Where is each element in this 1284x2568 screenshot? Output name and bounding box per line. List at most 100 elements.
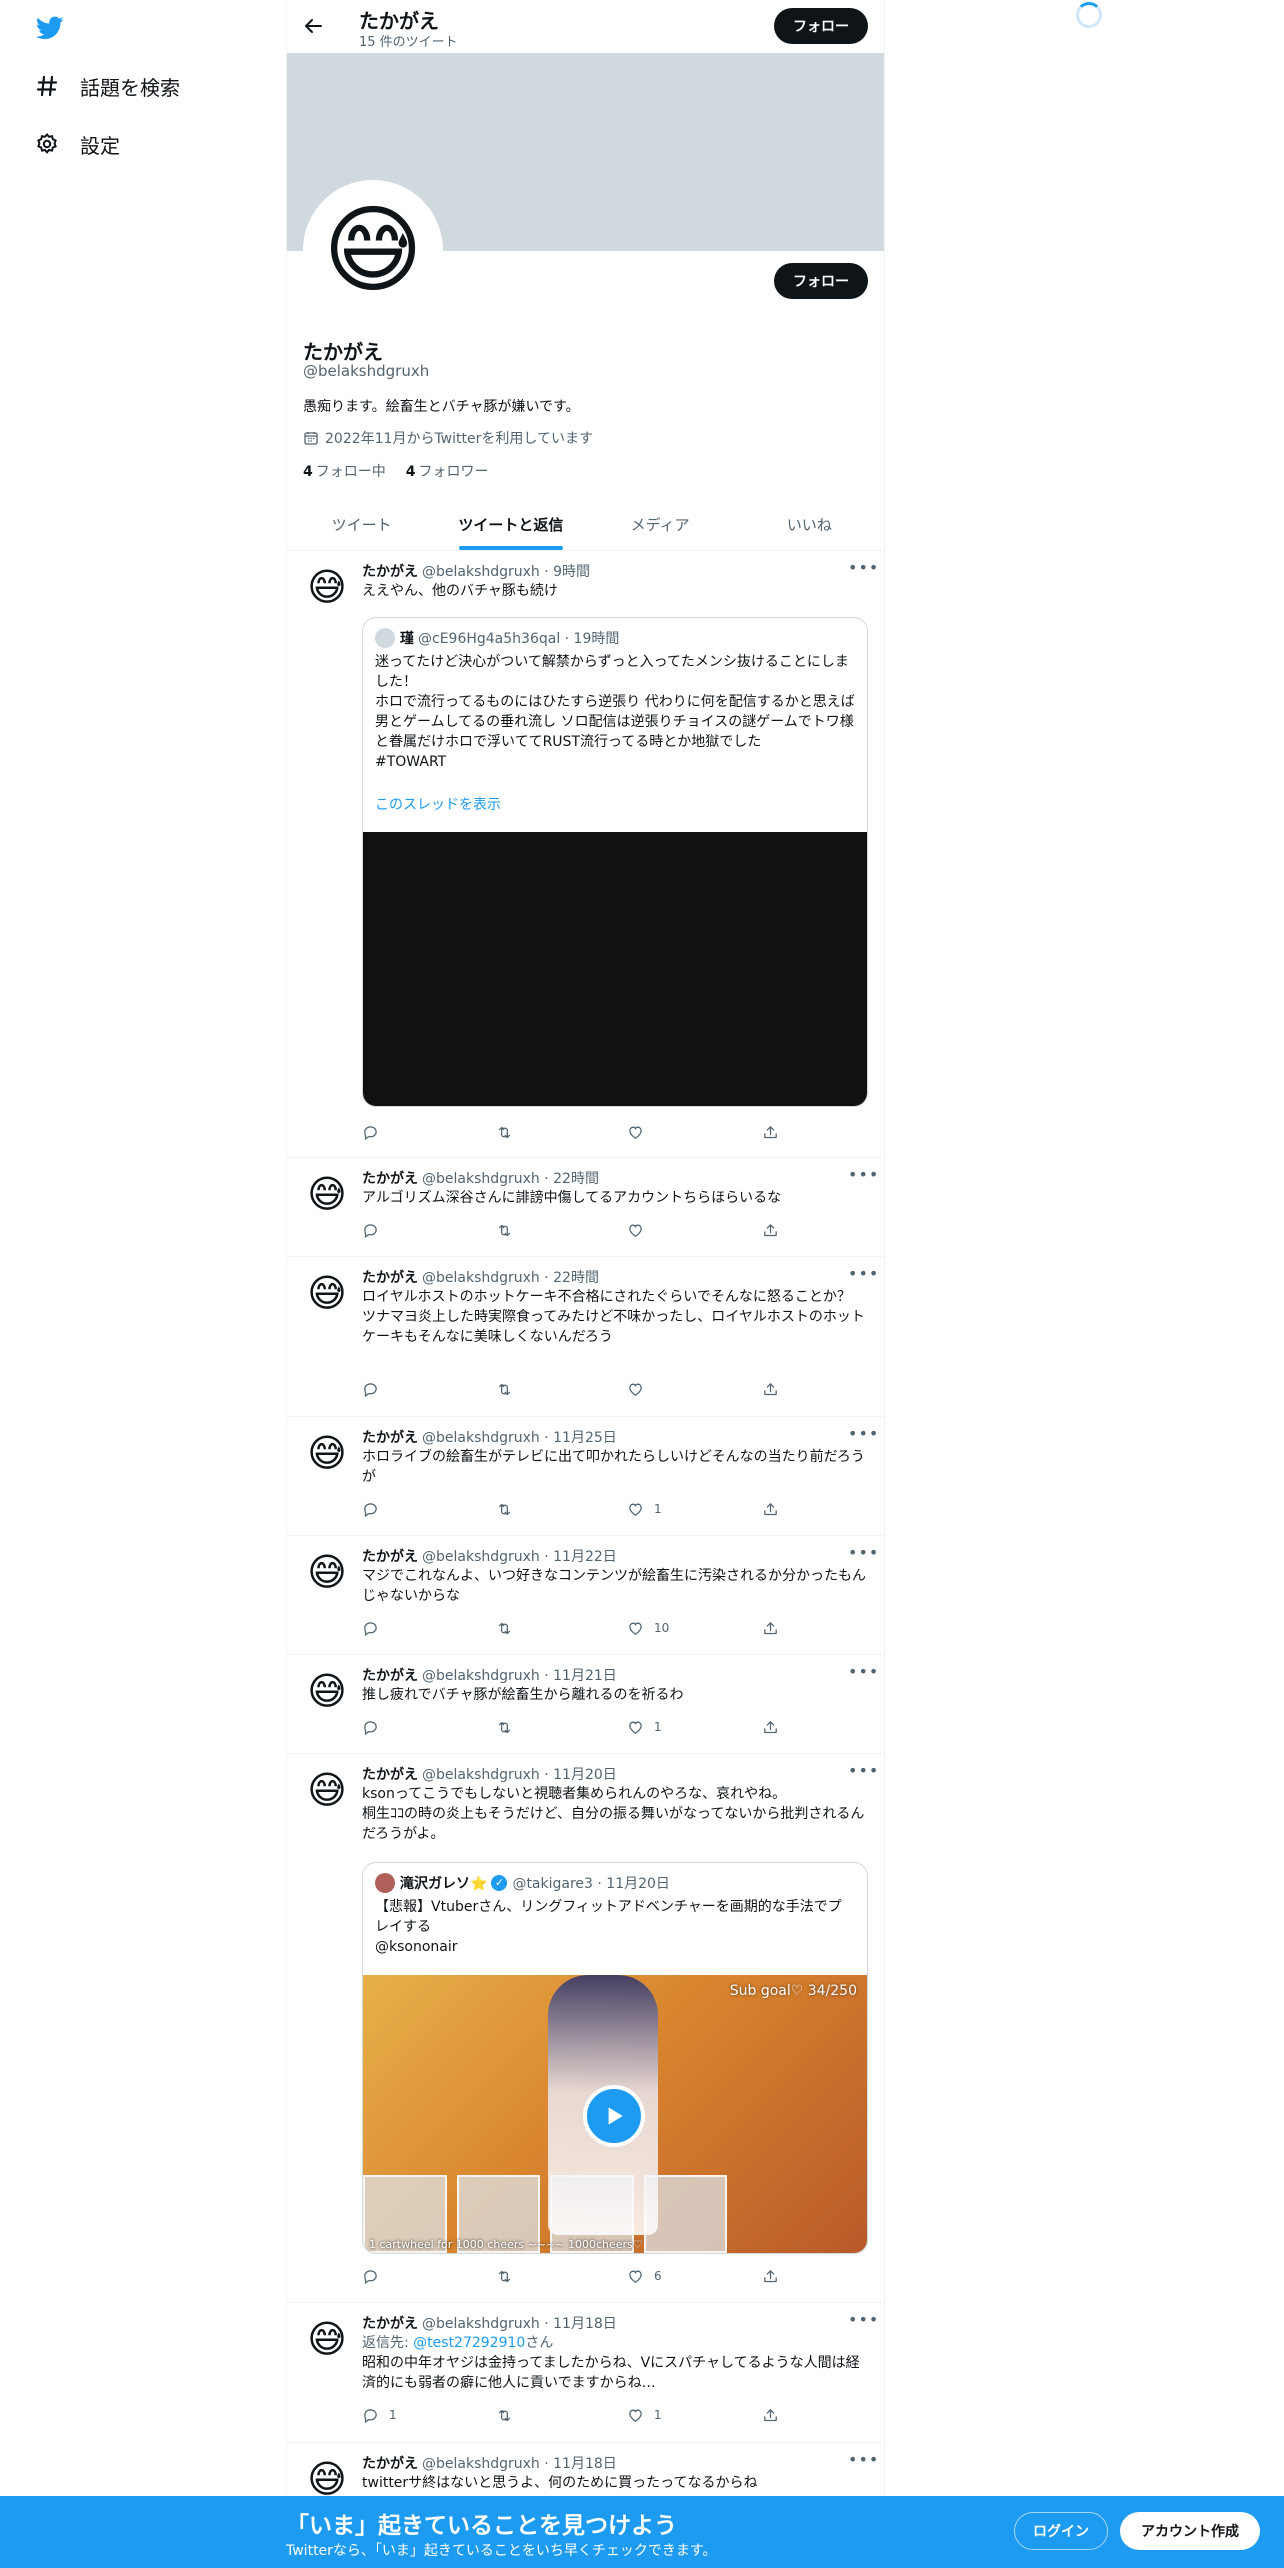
profile-follow-button[interactable]: フォロー: [774, 263, 868, 299]
tweet-author-name[interactable]: たかがえ: [362, 1171, 418, 1187]
more-icon[interactable]: •••: [848, 2452, 878, 2473]
tweet[interactable]: 😅 たかがえ @belakshdgruxh · 11月18日 ••• 返信先: @…: [287, 2303, 884, 2443]
more-icon[interactable]: •••: [848, 1545, 878, 1566]
like-button[interactable]: 6: [627, 2266, 662, 2286]
retweet-button[interactable]: [496, 1220, 523, 1240]
reply-button[interactable]: [362, 2266, 389, 2286]
signup-button[interactable]: アカウント作成: [1120, 2512, 1260, 2550]
back-arrow-icon[interactable]: [301, 14, 325, 38]
tweet-avatar[interactable]: 😅: [303, 1667, 351, 1715]
profile-handle: @belakshdgruxh: [303, 362, 430, 380]
share-button[interactable]: [762, 1618, 789, 1638]
like-button[interactable]: [627, 1220, 654, 1240]
like-count: 1: [654, 1502, 662, 1516]
tweet-avatar[interactable]: 😅: [303, 1170, 351, 1218]
tweet-avatar[interactable]: 😅: [303, 1766, 351, 1814]
tab-likes[interactable]: いいね: [735, 498, 884, 550]
reply-button[interactable]: [362, 1220, 389, 1240]
tab-tweets-and-replies[interactable]: ツイートと返信: [436, 498, 585, 550]
more-icon[interactable]: •••: [848, 1664, 878, 1685]
tweet-author-name[interactable]: たかがえ: [362, 1767, 418, 1783]
more-icon[interactable]: •••: [848, 1167, 878, 1188]
following-link[interactable]: 4 フォロー中: [303, 461, 386, 481]
tweet[interactable]: 😅 たかがえ @belakshdgruxh · 9時間 ••• ええやん、他のバチ…: [287, 551, 884, 1158]
tweet[interactable]: 😅 たかがえ @belakshdgruxh · 11月21日 ••• 推し疲れでバ…: [287, 1655, 884, 1754]
more-icon[interactable]: •••: [848, 1266, 878, 1287]
share-button[interactable]: [762, 1220, 789, 1240]
retweet-button[interactable]: [496, 2405, 523, 2425]
tweet-avatar[interactable]: 😅: [303, 1429, 351, 1477]
like-button[interactable]: 1: [627, 2405, 662, 2425]
retweet-button[interactable]: [496, 2266, 523, 2286]
reply-icon: [364, 2408, 377, 2423]
quote-video[interactable]: [363, 832, 867, 1106]
play-button[interactable]: [583, 2085, 645, 2147]
tweet-author-name[interactable]: たかがえ: [362, 1270, 418, 1286]
share-button[interactable]: [762, 2405, 789, 2425]
quote-video[interactable]: Sub goal♡ 34/250 1 cartwheel for 1000 ch…: [363, 1975, 867, 2253]
share-button[interactable]: [762, 1717, 789, 1737]
share-button[interactable]: [762, 2266, 789, 2286]
profile-avatar[interactable]: 😅: [303, 180, 443, 320]
retweet-icon: [498, 1383, 511, 1395]
tweet-author-name[interactable]: たかがえ: [362, 2316, 418, 2332]
retweet-button[interactable]: [496, 1379, 523, 1399]
retweet-button[interactable]: [496, 1618, 523, 1638]
gear-icon: [34, 131, 60, 157]
reply-button[interactable]: [362, 1717, 389, 1737]
tweet-avatar[interactable]: 😅: [303, 1548, 351, 1596]
tweet[interactable]: 😅 たかがえ @belakshdgruxh · 11月20日 ••• ksonって…: [287, 1754, 884, 2303]
tweet-author-name[interactable]: たかがえ: [362, 2456, 418, 2472]
tweet-body: たかがえ @belakshdgruxh · 11月22日 ••• マジでこれなんよ…: [362, 1545, 878, 1606]
quote-header: 瑾 @cE96Hg4a5h36qal · 19時間: [375, 628, 619, 648]
tweet[interactable]: 😅 たかがえ @belakshdgruxh · 22時間 ••• ロイヤルホストの…: [287, 1257, 884, 1417]
retweet-button[interactable]: [496, 1122, 523, 1142]
tweet-author-name[interactable]: たかがえ: [362, 564, 418, 580]
nav-settings[interactable]: 設定: [34, 124, 120, 164]
retweet-button[interactable]: [496, 1717, 523, 1737]
like-button[interactable]: 1: [627, 1717, 662, 1737]
retweet-icon: [498, 1126, 511, 1138]
like-button[interactable]: [627, 1379, 654, 1399]
share-button[interactable]: [762, 1499, 789, 1519]
tweet-avatar[interactable]: 😅: [303, 2315, 351, 2363]
quoted-tweet[interactable]: 瑾 @cE96Hg4a5h36qal · 19時間 迷ってたけど決心がついて解禁か…: [362, 617, 868, 1107]
more-icon[interactable]: •••: [848, 1763, 878, 1784]
login-button[interactable]: ログイン: [1014, 2512, 1108, 2550]
tweet-author-name[interactable]: たかがえ: [362, 1549, 418, 1565]
like-button[interactable]: [627, 1122, 654, 1142]
reply-button[interactable]: 1: [362, 2405, 397, 2425]
reply-to-link[interactable]: @test27292910: [413, 2335, 525, 2351]
tweet[interactable]: 😅 たかがえ @belakshdgruxh · 22時間 ••• アルゴリズム深谷…: [287, 1158, 884, 1257]
reply-button[interactable]: [362, 1499, 389, 1519]
quoted-tweet[interactable]: 滝沢ガレソ⭐ ✓ @takigare3 · 11月20日 【悲報】Vtuberさん、…: [362, 1862, 868, 2254]
retweet-button[interactable]: [496, 1499, 523, 1519]
tweet-avatar[interactable]: 😅: [303, 1269, 351, 1317]
share-button[interactable]: [762, 1379, 789, 1399]
reply-button[interactable]: [362, 1122, 389, 1142]
more-icon[interactable]: •••: [848, 2312, 878, 2333]
tweet-avatar[interactable]: 😅: [303, 563, 351, 611]
twitter-logo-icon[interactable]: [34, 14, 66, 42]
followers-link[interactable]: 4 フォロワー: [406, 461, 489, 481]
reply-button[interactable]: [362, 1379, 389, 1399]
tweet-meta: @belakshdgruxh · 9時間: [422, 564, 591, 580]
reply-button[interactable]: [362, 1618, 389, 1638]
more-icon[interactable]: •••: [848, 1426, 878, 1447]
header-follow-button[interactable]: フォロー: [774, 8, 868, 44]
quote-meta: @cE96Hg4a5h36qal · 19時間: [418, 631, 620, 647]
tweet[interactable]: 😅 たかがえ @belakshdgruxh · 11月22日 ••• マジでこれな…: [287, 1536, 884, 1655]
tab-tweets[interactable]: ツイート: [287, 498, 436, 550]
more-icon[interactable]: •••: [848, 560, 878, 581]
tweet-actions: 1: [362, 1499, 782, 1519]
like-button[interactable]: 10: [627, 1618, 669, 1638]
nav-explore[interactable]: 話題を検索: [34, 66, 180, 106]
tweet-author-name[interactable]: たかがえ: [362, 1430, 418, 1446]
like-button[interactable]: 1: [627, 1499, 662, 1519]
show-thread-link[interactable]: このスレッドを表示: [375, 794, 501, 814]
tweet[interactable]: 😅 たかがえ @belakshdgruxh · 11月25日 ••• ホロライブの…: [287, 1417, 884, 1536]
tab-media[interactable]: メディア: [586, 498, 735, 550]
tweet-author-name[interactable]: たかがえ: [362, 1668, 418, 1684]
reply-icon: [364, 1502, 377, 1517]
share-button[interactable]: [762, 1122, 789, 1142]
